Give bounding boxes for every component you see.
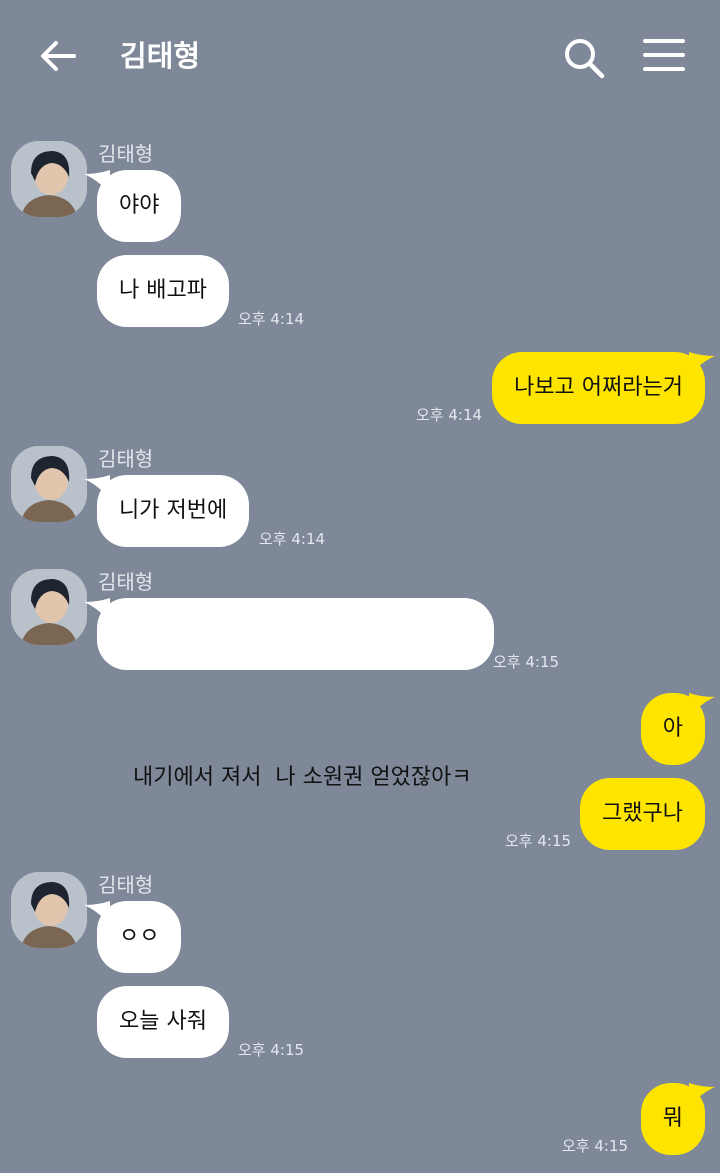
avatar[interactable] [11, 872, 87, 948]
avatar[interactable] [11, 446, 87, 522]
message-bubble-outgoing[interactable]: 아 [640, 693, 715, 765]
message-bubble-incoming[interactable]: 오늘 사줘 [97, 986, 229, 1058]
menu-button[interactable] [640, 34, 688, 78]
bubble-tail [84, 901, 110, 925]
message-bubble-outgoing[interactable]: 나보고 어쩌라는거 [492, 352, 715, 424]
message-text: 그랬구나 [602, 801, 683, 826]
message-text: 야야 [119, 193, 160, 218]
bubble-tail [689, 1083, 715, 1107]
message-text: 나 배고파 [119, 278, 207, 303]
search-icon [565, 39, 605, 79]
sender-name: 김태형 [98, 447, 154, 471]
chat-title: 김태형 [120, 39, 201, 73]
message-time: 오후 4:15 [505, 832, 572, 850]
message-text: 니가 저번에 [119, 498, 228, 523]
search-button[interactable] [560, 34, 608, 82]
message-text: 오늘 사줘 [119, 1009, 207, 1034]
message-text: 아 [662, 716, 683, 741]
message-time: 오후 4:15 [562, 1137, 629, 1155]
sender-name: 김태형 [98, 873, 154, 897]
profile-photo [11, 446, 87, 522]
profile-photo [11, 569, 87, 645]
message-time: 오후 4:14 [416, 406, 483, 424]
message-text: ㅇㅇ [119, 924, 160, 949]
chat-header: 김태형 [0, 0, 720, 110]
message-time: 오후 4:14 [259, 530, 326, 548]
message-text: 나보고 어쩌라는거 [514, 375, 683, 400]
bubble-tail [84, 170, 110, 194]
message-time: 오후 4:14 [238, 310, 305, 328]
message-text: 내기에서 져서 나 소원권 얻었잖아ㅋ [133, 765, 472, 790]
profile-photo [11, 141, 87, 217]
bubble-tail [689, 352, 715, 376]
profile-photo [11, 872, 87, 948]
message-bubble-outgoing[interactable]: 그랬구나 [580, 778, 705, 850]
back-button[interactable] [36, 34, 80, 78]
arrow-left-icon [41, 41, 76, 71]
avatar[interactable] [11, 569, 87, 645]
message-bubble-incoming[interactable]: ㅇㅇ [84, 901, 182, 973]
message-time: 오후 4:15 [493, 653, 560, 671]
sender-name: 김태형 [98, 570, 154, 594]
bubble-tail [84, 475, 110, 499]
message-text: 뭐 [662, 1106, 683, 1131]
hamburger-menu-icon [643, 39, 685, 71]
message-bubble-incoming[interactable]: 니가 저번에 [84, 475, 250, 547]
sender-name: 김태형 [98, 142, 154, 166]
avatar[interactable] [11, 141, 87, 217]
bubble-tail [689, 693, 715, 717]
message-bubble-incoming[interactable]: 내기에서 져서 나 소원권 얻었잖아ㅋ [84, 598, 494, 790]
bubble-tail [84, 598, 110, 622]
message-bubble-incoming[interactable]: 나 배고파 [97, 255, 229, 327]
message-time: 오후 4:15 [238, 1041, 305, 1059]
message-bubble-incoming[interactable]: 야야 [84, 170, 182, 242]
message-bubble-outgoing[interactable]: 뭐 [640, 1083, 715, 1155]
